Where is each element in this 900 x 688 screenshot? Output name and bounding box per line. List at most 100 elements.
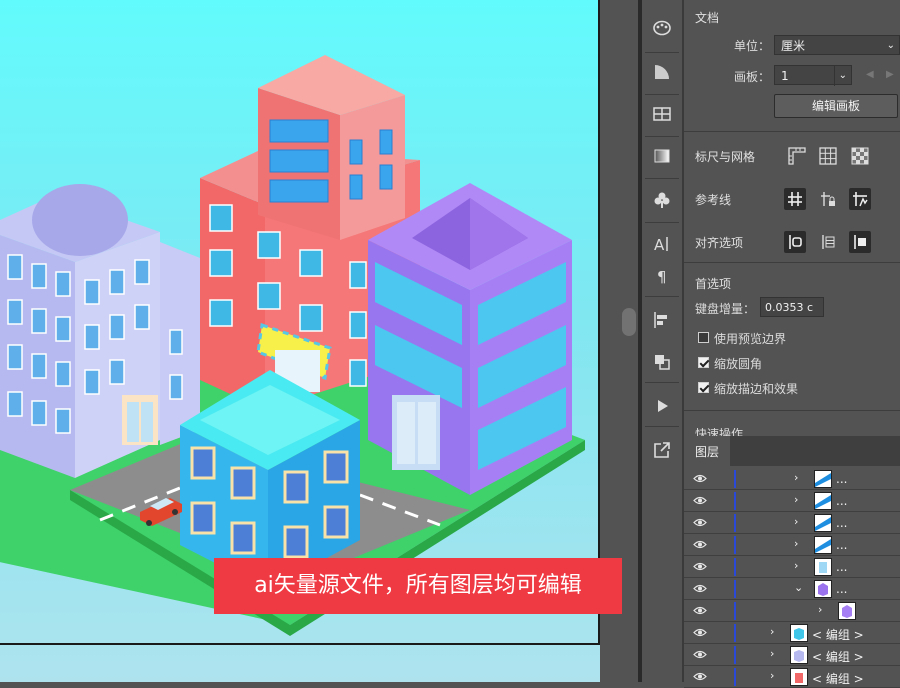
grid-icon[interactable] <box>817 145 839 167</box>
svg-text:¶: ¶ <box>657 268 667 286</box>
layer-thumbnail <box>790 624 808 642</box>
visibility-eye-icon[interactable] <box>693 540 707 549</box>
symbols-icon[interactable] <box>648 186 676 214</box>
layer-row[interactable]: ›... <box>684 534 900 556</box>
layer-name[interactable]: ... <box>836 472 847 486</box>
gradient-icon[interactable] <box>648 142 676 170</box>
align-icon[interactable] <box>648 306 676 334</box>
units-dropdown[interactable]: 厘米 ⌄ <box>774 35 900 55</box>
layer-color-bar <box>734 580 736 598</box>
panel-collapse-handle[interactable] <box>622 308 636 336</box>
document-section-title: 文档 <box>695 11 720 25</box>
layer-row[interactable]: ›... <box>684 468 900 490</box>
scale-strokes-effects-label: 缩放描边和效果 <box>714 382 799 396</box>
expand-toggle-icon[interactable]: › <box>794 538 804 550</box>
visibility-eye-icon[interactable] <box>693 650 707 659</box>
layer-name[interactable]: ... <box>836 582 847 596</box>
units-value: 厘米 <box>781 39 806 53</box>
layer-name[interactable]: < 编组 > <box>812 648 864 665</box>
paragraph-icon[interactable]: ¶ <box>648 262 676 290</box>
visibility-eye-icon[interactable] <box>693 672 707 681</box>
layer-thumbnail <box>790 646 808 664</box>
layer-name[interactable]: < 编组 > <box>812 670 864 687</box>
layer-row[interactable]: ⌄... <box>684 578 900 600</box>
transparency-grid-icon[interactable] <box>849 145 871 167</box>
layer-thumbnail <box>814 580 832 598</box>
preferences-title: 首选项 <box>695 277 732 291</box>
preview-bounds-checkbox[interactable] <box>698 332 709 343</box>
expand-toggle-icon[interactable]: › <box>794 472 804 484</box>
layer-row[interactable]: › < 编组 > <box>684 644 900 666</box>
layer-row[interactable]: › < 编组 > <box>684 666 900 688</box>
expand-toggle-icon[interactable]: › <box>794 560 804 572</box>
scale-strokes-effects-checkbox[interactable] <box>698 382 709 393</box>
visibility-eye-icon[interactable] <box>693 518 707 527</box>
layer-row[interactable]: ›... <box>684 490 900 512</box>
smart-guides-icon[interactable] <box>849 188 871 210</box>
layer-name[interactable]: ... <box>836 538 847 552</box>
layer-name[interactable]: ... <box>836 516 847 530</box>
align-to-key-icon[interactable] <box>784 231 806 253</box>
artboard-label: 画板： <box>734 70 771 84</box>
layer-thumbnail <box>814 536 832 554</box>
scale-corners-label: 缩放圆角 <box>714 357 763 371</box>
guides-title: 参考线 <box>695 193 732 207</box>
dome <box>32 184 128 256</box>
layer-color-bar <box>734 536 736 554</box>
layer-name[interactable]: ... <box>836 494 847 508</box>
layers-tabbar: 图层 <box>684 436 900 466</box>
pathfinder-icon[interactable] <box>648 348 676 376</box>
visibility-eye-icon[interactable] <box>693 474 707 483</box>
layer-name[interactable]: ... <box>836 560 847 574</box>
promo-banner: ai矢量源文件，所有图层均可编辑 <box>214 558 622 614</box>
layer-color-bar <box>734 624 736 642</box>
panel-icon-bar: A ¶ <box>642 0 682 682</box>
tab-layers[interactable]: 图层 <box>684 436 730 466</box>
character-icon[interactable]: A <box>648 230 676 258</box>
keyboard-increment-input[interactable]: 0.0353 c <box>760 297 824 317</box>
next-artboard-icon[interactable]: ▶ <box>886 69 894 80</box>
layer-name[interactable]: < 编组 > <box>812 626 864 643</box>
swatches-icon[interactable] <box>648 100 676 128</box>
edit-artboard-button[interactable]: 编辑画板 <box>774 94 898 118</box>
guides-icon[interactable] <box>784 188 806 210</box>
expand-toggle-icon[interactable]: › <box>794 516 804 528</box>
chevron-down-icon: ⌄ <box>886 40 895 51</box>
align-to-artboard-icon[interactable] <box>849 231 871 253</box>
artboard-edge-bottom <box>0 643 600 645</box>
gradient-quarter-icon[interactable] <box>648 58 676 86</box>
visibility-eye-icon[interactable] <box>693 628 707 637</box>
ruler-icon[interactable] <box>786 145 808 167</box>
color-palette-icon[interactable] <box>648 14 676 42</box>
layer-color-bar <box>734 668 736 686</box>
layer-thumbnail <box>814 558 832 576</box>
prev-artboard-icon[interactable]: ◀ <box>866 69 874 80</box>
export-icon[interactable] <box>648 436 676 464</box>
layer-color-bar <box>734 492 736 510</box>
chevron-down-icon: ⌄ <box>833 66 847 86</box>
expand-toggle-icon[interactable]: ⌄ <box>794 582 804 594</box>
layer-thumbnail <box>838 602 856 620</box>
artboard-select[interactable]: 1 ⌄ <box>774 65 852 86</box>
visibility-eye-icon[interactable] <box>693 496 707 505</box>
visibility-eye-icon[interactable] <box>693 584 707 593</box>
expand-toggle-icon[interactable]: › <box>770 648 780 660</box>
visibility-eye-icon[interactable] <box>693 562 707 571</box>
layer-row[interactable]: ›... <box>684 512 900 534</box>
layer-color-bar <box>734 514 736 532</box>
expand-toggle-icon[interactable]: › <box>818 604 828 616</box>
layer-thumbnail <box>790 668 808 686</box>
expand-toggle-icon[interactable]: › <box>770 626 780 638</box>
quick-actions-title: 快速操作 <box>695 428 744 436</box>
lock-guides-icon[interactable] <box>817 188 839 210</box>
red-tower-side <box>340 95 405 240</box>
layer-row[interactable]: ›... <box>684 556 900 578</box>
align-to-pixel-icon[interactable] <box>817 231 839 253</box>
visibility-eye-icon[interactable] <box>693 606 707 615</box>
layer-row[interactable]: › <box>684 600 900 622</box>
scale-corners-checkbox[interactable] <box>698 357 709 368</box>
layer-row[interactable]: › < 编组 > <box>684 622 900 644</box>
expand-toggle-icon[interactable]: › <box>794 494 804 506</box>
expand-toggle-icon[interactable]: › <box>770 670 780 682</box>
play-actions-icon[interactable] <box>648 392 676 420</box>
